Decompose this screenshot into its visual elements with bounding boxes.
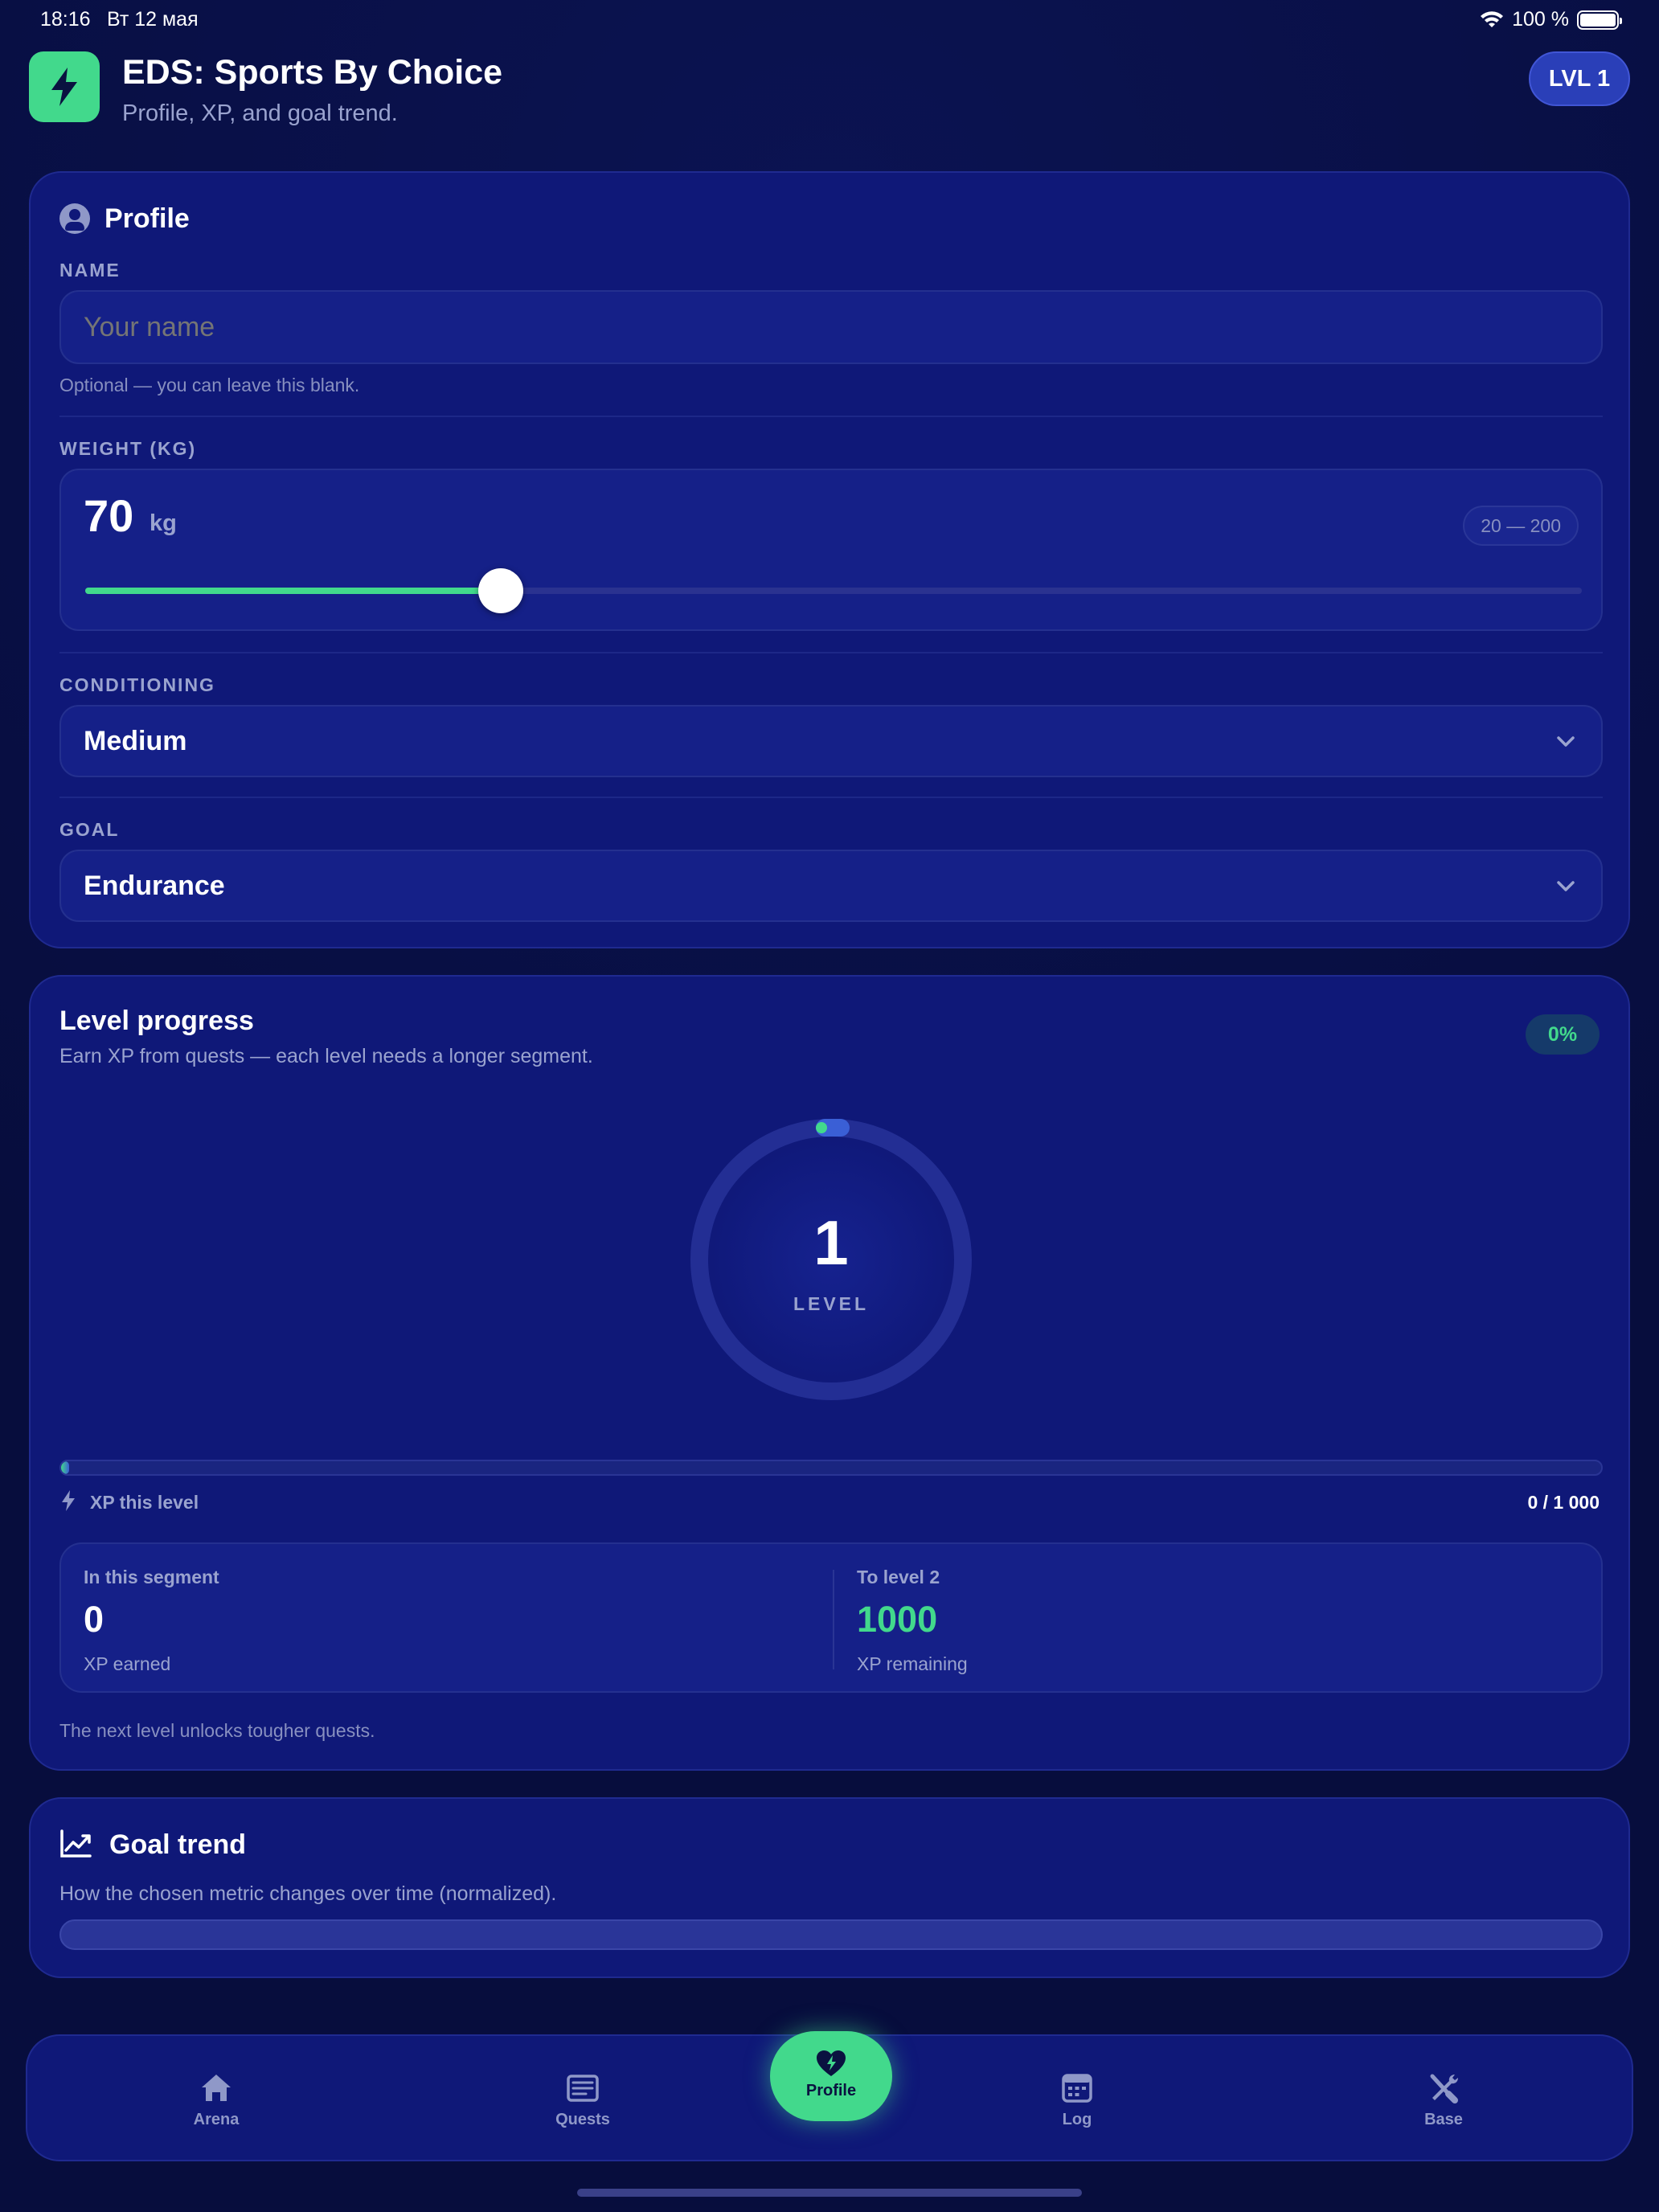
divider bbox=[59, 416, 1603, 417]
wifi-icon bbox=[1481, 10, 1504, 27]
segment-sub: XP earned bbox=[84, 1653, 171, 1674]
goal-trend-card: Goal trend How the chosen metric changes… bbox=[29, 1797, 1630, 1978]
level-number: 1 bbox=[813, 1207, 849, 1278]
tab-label: Quests bbox=[555, 2111, 610, 2128]
divider bbox=[59, 797, 1603, 798]
weight-panel: 70 kg 20 — 200 bbox=[59, 469, 1603, 631]
tab-arena[interactable]: Arena bbox=[152, 2071, 281, 2129]
home-icon bbox=[202, 2075, 231, 2101]
person-icon bbox=[59, 203, 90, 234]
divider bbox=[59, 652, 1603, 653]
level-label: LEVEL bbox=[793, 1293, 870, 1314]
trend-chart-icon bbox=[60, 1829, 92, 1858]
name-input[interactable] bbox=[59, 290, 1603, 364]
bolt-icon bbox=[51, 68, 77, 106]
chevron-down-icon bbox=[1557, 736, 1575, 747]
goal-select[interactable]: Endurance bbox=[59, 850, 1603, 922]
heart-bolt-icon bbox=[817, 2050, 846, 2076]
xp-progress-fill bbox=[61, 1461, 69, 1474]
app-logo bbox=[29, 51, 100, 122]
segment-stat: In this segment 0 XP earned bbox=[61, 1544, 833, 1691]
calendar-icon bbox=[1062, 2074, 1092, 2103]
tab-log[interactable]: Log bbox=[1013, 2071, 1141, 2129]
weight-slider-fill bbox=[85, 588, 502, 594]
level-badge[interactable]: LVL 1 bbox=[1529, 51, 1630, 106]
tab-profile[interactable]: Profile bbox=[770, 2031, 892, 2121]
home-indicator bbox=[577, 2189, 1082, 2197]
goal-value: Endurance bbox=[84, 870, 225, 901]
weight-range: 20 — 200 bbox=[1463, 506, 1579, 546]
battery-icon bbox=[1577, 10, 1622, 30]
status-date: Вт 12 мая bbox=[107, 8, 199, 31]
profile-card: Profile NAME Optional — you can leave th… bbox=[29, 171, 1630, 948]
status-time: 18:16 bbox=[40, 8, 91, 31]
tab-label: Profile bbox=[805, 2082, 857, 2099]
xp-stats: In this segment 0 XP earned To level 2 1… bbox=[59, 1542, 1603, 1693]
conditioning-select[interactable]: Medium bbox=[59, 705, 1603, 777]
next-level-sub: XP remaining bbox=[857, 1653, 968, 1674]
weight-value: 70 bbox=[84, 490, 134, 541]
xp-label: XP this level bbox=[90, 1492, 199, 1513]
chevron-down-icon bbox=[1557, 881, 1575, 891]
status-bar: 18:16 Вт 12 мая 100 % bbox=[0, 0, 1659, 40]
level-footer: The next level unlocks tougher quests. bbox=[59, 1720, 375, 1741]
level-percent-badge: 0% bbox=[1526, 1014, 1600, 1055]
tab-bar: Arena Quests Profile Log Base bbox=[26, 2031, 1633, 2161]
status-right: 100 % bbox=[1480, 8, 1622, 31]
tab-label: Arena bbox=[193, 2111, 240, 2128]
next-level-title: To level 2 bbox=[857, 1567, 940, 1587]
level-progress-title: Level progress bbox=[59, 1006, 254, 1036]
name-label: NAME bbox=[59, 260, 121, 281]
segment-value: 0 bbox=[84, 1599, 104, 1640]
conditioning-value: Medium bbox=[84, 725, 187, 756]
weight-slider[interactable] bbox=[85, 568, 1582, 613]
list-icon bbox=[567, 2075, 599, 2102]
goal-trend-chart-area bbox=[59, 1919, 1603, 1950]
level-progress-subtitle: Earn XP from quests — each level needs a… bbox=[59, 1045, 593, 1067]
goal-trend-subtitle: How the chosen metric changes over time … bbox=[59, 1882, 557, 1905]
weight-slider-thumb[interactable] bbox=[478, 568, 524, 613]
conditioning-label: CONDITIONING bbox=[59, 674, 215, 695]
goal-label: GOAL bbox=[59, 819, 120, 840]
tools-icon bbox=[1430, 2074, 1458, 2103]
name-hint: Optional — you can leave this blank. bbox=[59, 375, 360, 395]
level-progress-card: Level progress Earn XP from quests — eac… bbox=[29, 975, 1630, 1771]
tab-label: Base bbox=[1424, 2111, 1463, 2128]
battery-percent: 100 % bbox=[1512, 8, 1569, 31]
tab-base[interactable]: Base bbox=[1379, 2071, 1508, 2129]
app-subtitle: Profile, XP, and goal trend. bbox=[122, 100, 398, 126]
bolt-icon bbox=[62, 1490, 75, 1511]
weight-label: WEIGHT (KG) bbox=[59, 438, 197, 459]
next-level-value: 1000 bbox=[857, 1599, 938, 1640]
app-title: EDS: Sports By Choice bbox=[122, 53, 503, 92]
tab-quests[interactable]: Quests bbox=[518, 2071, 647, 2129]
next-level-stat: To level 2 1000 XP remaining bbox=[834, 1544, 1604, 1691]
tab-label: Log bbox=[1062, 2111, 1092, 2128]
segment-title: In this segment bbox=[84, 1567, 219, 1587]
profile-title: Profile bbox=[104, 203, 190, 234]
xp-progress-bar bbox=[59, 1460, 1603, 1476]
goal-trend-title: Goal trend bbox=[109, 1829, 247, 1860]
xp-value: 0 / 1 000 bbox=[1527, 1492, 1600, 1513]
weight-unit: kg bbox=[150, 510, 177, 536]
level-ring: 1 LEVEL bbox=[688, 1116, 974, 1403]
